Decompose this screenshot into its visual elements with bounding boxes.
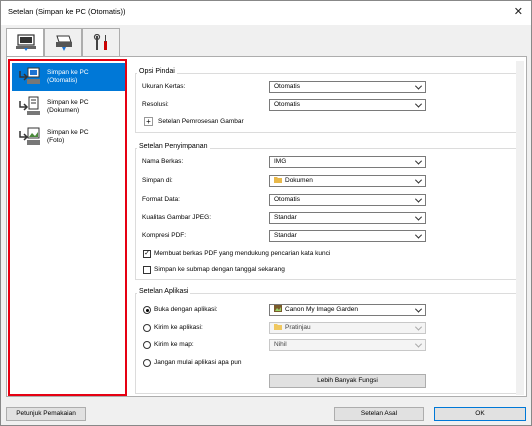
expand-icon[interactable]: + bbox=[144, 117, 153, 126]
window-title: Setelan (Simpan ke PC (Otomatis)) bbox=[8, 7, 126, 16]
chevron-down-icon bbox=[414, 176, 423, 184]
send-to-folder-radio[interactable] bbox=[143, 341, 151, 349]
sidebar-item-save-to-pc-photo[interactable]: Simpan ke PC (Foto) bbox=[12, 123, 125, 151]
more-functions-button[interactable]: Lebih Banyak Fungsi bbox=[269, 374, 426, 388]
do-not-start-radio[interactable] bbox=[143, 359, 151, 367]
do-not-start-label: Jangan mulai aplikasi apa pun bbox=[154, 359, 242, 366]
jpeg-quality-select[interactable]: Standar bbox=[269, 212, 426, 224]
sidebar-item-save-to-pc-document[interactable]: Simpan ke PC (Dokumen) bbox=[12, 93, 125, 121]
data-format-select[interactable]: Otomatis bbox=[269, 194, 426, 206]
chevron-down-icon bbox=[414, 323, 423, 331]
folder-icon bbox=[274, 324, 282, 330]
send-to-app-label: Kirim ke aplikasi: bbox=[154, 324, 203, 331]
chevron-down-icon bbox=[414, 213, 423, 221]
tab-scan-from-computer[interactable] bbox=[6, 28, 44, 57]
close-icon[interactable]: ✕ bbox=[514, 5, 523, 18]
chevron-down-icon bbox=[414, 231, 423, 239]
save-in-value: Dokumen bbox=[285, 177, 313, 184]
paper-size-label: Ukuran Kertas: bbox=[142, 83, 186, 90]
title-bar: Setelan (Simpan ke PC (Otomatis)) ✕ bbox=[1, 1, 531, 25]
subfolder-label: Simpan ke submap dengan tanggal sekarang bbox=[154, 266, 285, 273]
paper-size-select[interactable]: Otomatis bbox=[269, 81, 426, 93]
sidebar-item-label: Simpan ke PC (Otomatis) bbox=[47, 69, 89, 84]
chevron-down-icon bbox=[414, 305, 423, 313]
send-to-folder-select[interactable]: Nihil bbox=[269, 339, 426, 351]
save-settings-title: Setelan Penyimpanan bbox=[137, 143, 210, 150]
chevron-down-icon bbox=[414, 100, 423, 108]
scan-options-title: Opsi Pindai bbox=[137, 68, 177, 75]
send-to-app-radio[interactable] bbox=[143, 324, 151, 332]
file-name-combobox[interactable]: IMG bbox=[269, 156, 426, 168]
data-format-label: Format Data: bbox=[142, 196, 180, 203]
my-image-garden-icon bbox=[274, 305, 282, 312]
ok-button[interactable]: OK bbox=[434, 407, 526, 421]
paper-size-value: Otomatis bbox=[274, 83, 301, 90]
tab-general-settings[interactable] bbox=[82, 28, 120, 56]
searchable-pdf-label: Membuat berkas PDF yang mendukung pencar… bbox=[154, 250, 331, 257]
chevron-down-icon bbox=[414, 82, 423, 90]
jpeg-quality-value: Standar bbox=[274, 214, 297, 221]
sidebar-item-label: Simpan ke PC (Foto) bbox=[47, 129, 89, 144]
sidebar-item-save-to-pc-auto[interactable]: Simpan ke PC (Otomatis) bbox=[12, 63, 125, 91]
save-to-pc-auto-icon bbox=[19, 67, 40, 84]
resolution-label: Resolusi: bbox=[142, 101, 169, 108]
open-with-value: Canon My Image Garden bbox=[285, 306, 358, 313]
jpeg-quality-label: Kualitas Gambar JPEG: bbox=[142, 214, 211, 221]
image-processing-label: Setelan Pemrosesan Gambar bbox=[158, 118, 244, 125]
send-to-folder-label: Kirim ke map: bbox=[154, 341, 194, 348]
tab-scan-from-operation-panel[interactable] bbox=[44, 28, 82, 56]
tools-icon bbox=[93, 34, 107, 50]
file-name-label: Nama Berkas: bbox=[142, 158, 184, 165]
file-name-value: IMG bbox=[274, 158, 287, 165]
computer-scan-icon bbox=[16, 34, 36, 51]
chevron-down-icon bbox=[414, 157, 423, 165]
subfolder-checkbox[interactable] bbox=[143, 266, 151, 274]
open-with-label: Buka dengan aplikasi: bbox=[154, 306, 218, 313]
save-in-label: Simpan di: bbox=[142, 177, 173, 184]
scrollbar[interactable] bbox=[516, 61, 524, 395]
searchable-pdf-checkbox[interactable]: ✓ bbox=[143, 250, 151, 258]
settings-dialog: Setelan (Simpan ke PC (Otomatis)) ✕ Simp… bbox=[0, 0, 532, 426]
folder-icon bbox=[274, 177, 282, 183]
send-to-app-value: Pratinjau bbox=[285, 324, 311, 331]
save-to-pc-document-icon bbox=[19, 96, 40, 115]
pdf-compression-label: Kompresi PDF: bbox=[142, 232, 187, 239]
defaults-button[interactable]: Setelan Asal bbox=[334, 407, 424, 421]
sidebar: Simpan ke PC (Otomatis) Simpan ke PC (Do… bbox=[8, 59, 127, 396]
instructions-button[interactable]: Petunjuk Pemakaian bbox=[6, 407, 86, 421]
open-with-radio[interactable] bbox=[143, 306, 151, 314]
app-settings-title: Setelan Aplikasi bbox=[137, 288, 191, 295]
save-to-pc-photo-icon bbox=[19, 127, 40, 145]
save-in-select[interactable]: Dokumen bbox=[269, 175, 426, 187]
resolution-select[interactable]: Otomatis bbox=[269, 99, 426, 111]
scanner-icon bbox=[56, 35, 72, 51]
chevron-down-icon bbox=[414, 340, 423, 348]
send-to-app-select[interactable]: Pratinjau bbox=[269, 322, 426, 334]
pdf-compression-select[interactable]: Standar bbox=[269, 230, 426, 242]
sidebar-item-label: Simpan ke PC (Dokumen) bbox=[47, 99, 89, 114]
send-to-folder-value: Nihil bbox=[274, 341, 287, 348]
resolution-value: Otomatis bbox=[274, 101, 301, 108]
chevron-down-icon bbox=[414, 195, 423, 203]
open-with-select[interactable]: Canon My Image Garden bbox=[269, 304, 426, 316]
data-format-value: Otomatis bbox=[274, 196, 301, 203]
pdf-compression-value: Standar bbox=[274, 232, 297, 239]
